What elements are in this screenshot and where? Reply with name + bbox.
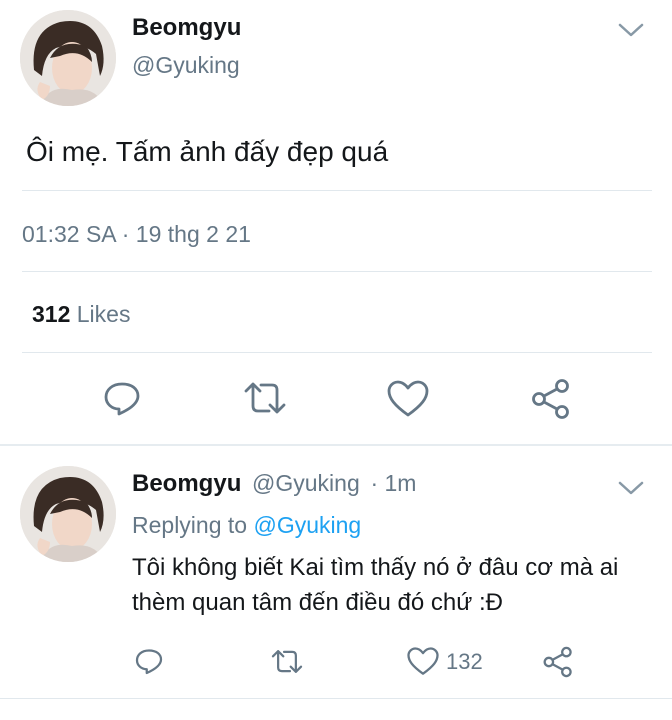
share-button[interactable] [542, 646, 574, 678]
avatar[interactable] [20, 466, 116, 562]
likes-stat[interactable]: 312 Likes [32, 301, 130, 328]
chevron-down-icon[interactable] [618, 22, 644, 43]
avatar[interactable] [20, 10, 116, 106]
like-icon [387, 380, 429, 417]
divider [22, 352, 652, 353]
timestamp[interactable]: 01:32 SA · 19 thg 2 21 [22, 221, 251, 248]
reply-author-name[interactable]: Beomgyu [132, 470, 241, 497]
share-icon [543, 646, 572, 678]
avatar-image [20, 10, 116, 106]
replying-to: Replying to @Gyuking [132, 512, 361, 539]
reply-button[interactable] [134, 646, 164, 676]
reply-icon [135, 649, 163, 675]
divider [0, 698, 672, 699]
like-icon [407, 647, 439, 675]
reply-text-line2: thèm quan tâm đến điều đó chứ :Đ [132, 589, 503, 616]
like-button[interactable]: 132 [406, 647, 483, 676]
replying-to-handle[interactable]: @Gyuking [253, 512, 361, 538]
share-icon [532, 379, 569, 419]
retweet-button[interactable] [270, 648, 304, 675]
retweet-icon [271, 650, 303, 673]
replying-to-label: Replying to [132, 512, 248, 538]
tweet-text: Ôi mẹ. Tấm ảnh đấy đẹp quá [26, 136, 389, 167]
reply-button[interactable] [102, 378, 142, 418]
author-name[interactable]: Beomgyu [132, 14, 241, 42]
section-divider [0, 444, 672, 446]
author-handle[interactable]: @Gyuking [132, 52, 240, 79]
like-button[interactable] [386, 380, 430, 418]
share-button[interactable] [530, 378, 572, 420]
reply-header: Beomgyu @Gyuking · 1m [132, 470, 416, 498]
chevron-down-icon[interactable] [618, 480, 644, 501]
likes-label: Likes [76, 301, 131, 327]
reply-time[interactable]: · 1m [370, 470, 416, 496]
likes-count: 312 [32, 301, 71, 327]
divider [22, 190, 652, 191]
like-count: 132 [446, 648, 483, 674]
reply-icon [104, 382, 140, 416]
avatar-image [20, 466, 116, 562]
retweet-button[interactable] [242, 380, 288, 416]
reply-author-handle[interactable]: @Gyuking [252, 470, 360, 496]
retweet-icon [244, 382, 286, 414]
reply-text-line1: Tôi không biết Kai tìm thấy nó ở đâu cơ … [132, 554, 619, 581]
divider [22, 271, 652, 272]
